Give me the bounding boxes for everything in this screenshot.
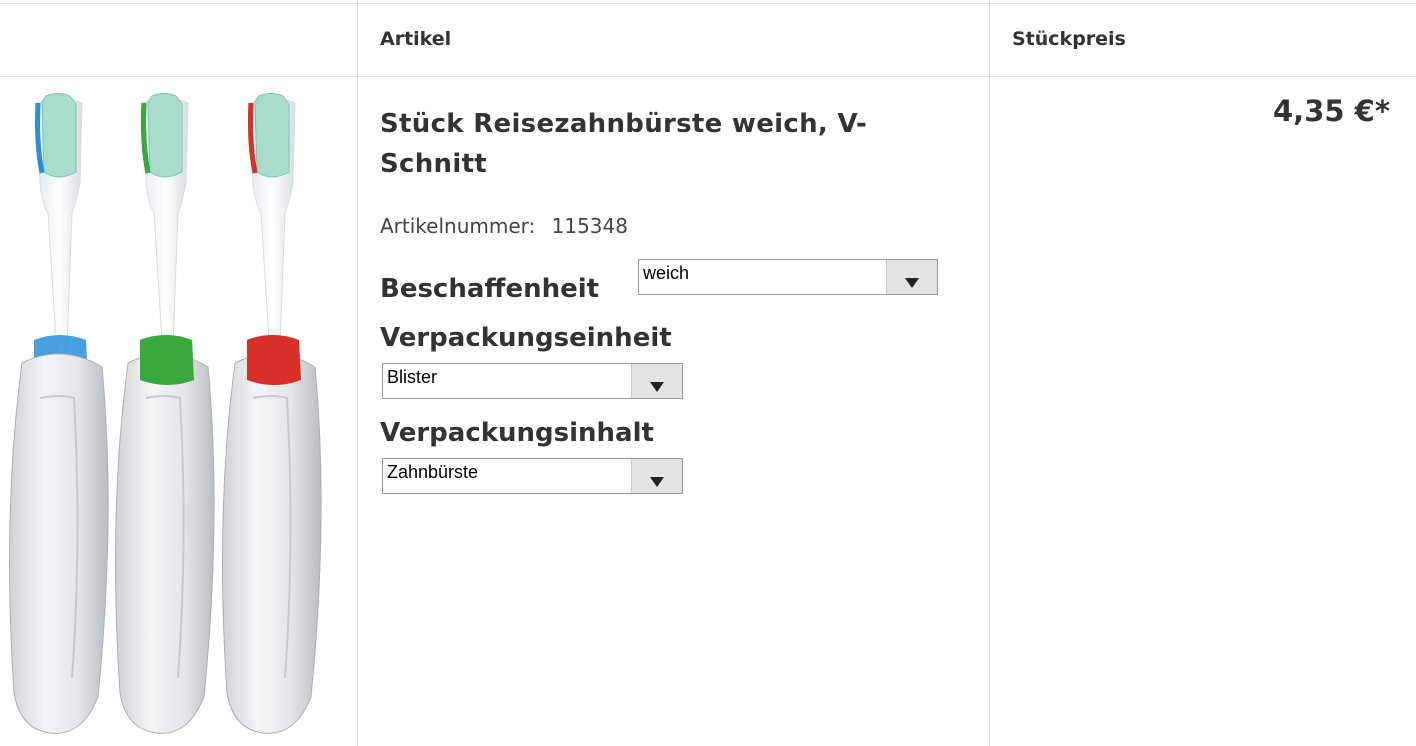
beschaffenheit-value: weich [643,263,690,283]
verpackungsinhalt-value: Zahnbürste [387,462,479,482]
verpackungsinhalt-dropdown-arrow[interactable] [631,459,682,493]
verpackungseinheit-dropdown-arrow[interactable] [631,364,682,398]
chevron-down-icon [650,382,664,392]
beschaffenheit-dropdown-arrow[interactable] [886,260,937,294]
chevron-down-icon [650,477,664,487]
header-article: Artikel [380,28,452,50]
article-number-label: Artikelnummer: [380,214,536,238]
verpackungseinheit-value: Blister [387,367,438,387]
product-image[interactable] [0,78,357,746]
unit-price: 4,35 €* [1273,94,1390,128]
article-number-row: Artikelnummer: 115348 [380,214,628,238]
table-top-border [0,3,1416,4]
column-divider-1 [357,0,358,746]
beschaffenheit-select[interactable]: weich [638,259,938,295]
toothbrushes-image [9,78,357,746]
verpackungsinhalt-select[interactable]: Zahnbürste [382,458,683,494]
verpackungseinheit-select[interactable]: Blister [382,363,683,399]
verpackungsinhalt-label: Verpackungsinhalt [380,418,654,448]
header-row-border [0,76,1416,77]
verpackungseinheit-label: Verpackungseinheit [380,323,672,353]
cart-table: Artikel Stückpreis Stück Reisezahnbürste… [0,0,1416,746]
beschaffenheit-label: Beschaffenheit [380,274,600,304]
article-number-value: 115348 [551,214,628,238]
header-unit-price: Stückpreis [1012,28,1126,50]
chevron-down-icon [905,278,919,288]
product-title[interactable]: Stück Reisezahnbürste weich, V-Schnitt [380,104,940,184]
column-divider-2 [989,0,990,746]
